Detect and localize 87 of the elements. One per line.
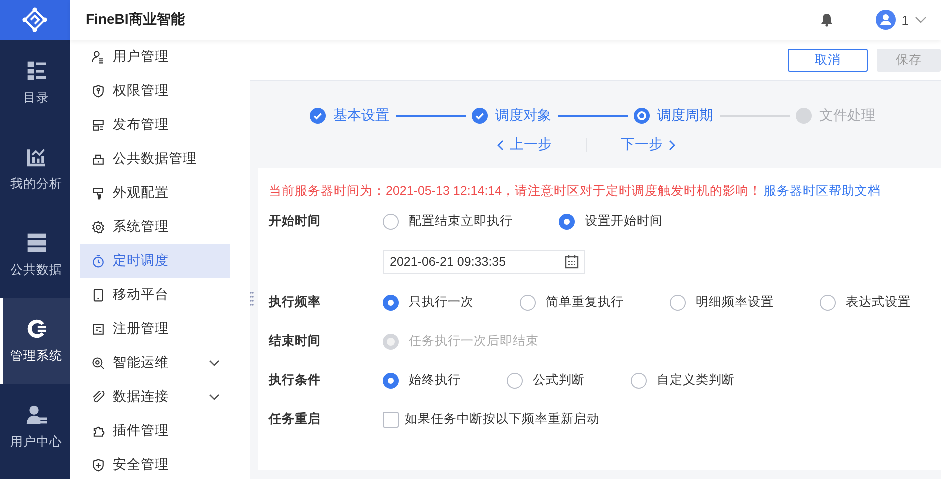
calendar-icon[interactable] xyxy=(565,255,579,269)
rail-icon xyxy=(26,60,48,82)
avatar-icon[interactable] xyxy=(876,10,896,30)
rail-icon xyxy=(26,232,48,254)
rail-item[interactable]: 公共数据 xyxy=(0,212,70,298)
sidebar-item[interactable]: 权限管理 xyxy=(80,74,230,108)
rail-item[interactable]: 我的分析 xyxy=(0,126,70,212)
radio-option[interactable]: 始终执行 xyxy=(383,372,461,389)
sidebar-item[interactable]: 数据连接 xyxy=(80,380,230,414)
date-field[interactable]: 2021-06-21 09:33:35 xyxy=(383,250,585,274)
radio-option[interactable]: 配置结束立即执行 xyxy=(383,213,513,230)
radio-option[interactable]: 表达式设置 xyxy=(820,294,911,311)
sidebar-item[interactable]: 插件管理 xyxy=(80,414,230,448)
menu-icon xyxy=(92,254,105,268)
previous-step-link[interactable]: 上一步 xyxy=(463,136,586,154)
checkbox-option[interactable]: 如果任务中断按以下频率重新启动 xyxy=(383,411,600,428)
step-item: 调度周期 xyxy=(634,107,714,125)
radio-option[interactable]: 只执行一次 xyxy=(383,294,474,311)
chevron-icon[interactable] xyxy=(209,394,220,400)
step-status-icon xyxy=(310,108,326,124)
rail-icon xyxy=(26,404,48,426)
menu-icon xyxy=(92,50,105,64)
rail-icon xyxy=(26,318,48,340)
step-item: 文件处理 xyxy=(796,107,876,125)
sidebar-item[interactable]: 移动平台 xyxy=(80,278,230,312)
radio-option[interactable]: 简单重复执行 xyxy=(520,294,624,311)
bell-icon[interactable] xyxy=(820,13,834,27)
resize-handle-icon[interactable] xyxy=(250,292,254,306)
radio-button[interactable] xyxy=(507,372,523,388)
menu-icon xyxy=(92,458,105,472)
radio-button[interactable] xyxy=(383,214,399,230)
rail-item[interactable]: 目录 xyxy=(0,40,70,126)
sidebar-item[interactable]: 智能运维 xyxy=(80,346,230,380)
chevron-right-icon xyxy=(669,140,676,150)
step-status-icon xyxy=(472,108,488,124)
sidebar-item[interactable]: 系统管理 xyxy=(80,210,230,244)
sidebar-item[interactable]: 发布管理 xyxy=(80,108,230,142)
field-label: 结束时间 xyxy=(269,333,322,350)
next-step-link[interactable]: 下一步 xyxy=(587,136,710,154)
brand-title: FineBI商业智能 xyxy=(86,11,186,29)
rail-item[interactable]: 管理系统 xyxy=(0,298,70,384)
field-label: 执行条件 xyxy=(269,372,322,389)
sidebar-item[interactable]: 用户管理 xyxy=(80,40,230,74)
sidebar-item[interactable]: 外观配置 xyxy=(80,176,230,210)
radio-button[interactable] xyxy=(559,214,575,230)
menu-icon xyxy=(92,288,105,302)
radio-button[interactable] xyxy=(631,372,647,388)
step-status-icon xyxy=(796,108,812,124)
menu-icon xyxy=(92,220,105,234)
field-label: 开始时间 xyxy=(269,213,322,230)
radio-button[interactable] xyxy=(520,294,536,310)
menu-icon xyxy=(92,118,105,132)
radio-option[interactable]: 公式判断 xyxy=(507,372,585,389)
radio-option[interactable]: 明细频率设置 xyxy=(670,294,774,311)
menu-icon xyxy=(92,84,105,98)
chevron-icon[interactable] xyxy=(209,360,220,366)
menu-icon xyxy=(92,322,105,336)
step-item: 基本设置 xyxy=(310,107,390,125)
step-item: 调度对象 xyxy=(472,107,552,125)
menu-icon xyxy=(92,356,105,370)
radio-button[interactable] xyxy=(670,294,686,310)
field-label: 执行频率 xyxy=(269,294,322,311)
logo-icon xyxy=(22,7,48,33)
radio-button[interactable] xyxy=(383,372,399,388)
radio-button[interactable] xyxy=(820,294,836,310)
sidebar-item[interactable]: 公共数据管理 xyxy=(80,142,230,176)
menu-icon xyxy=(92,390,105,404)
caret-icon[interactable] xyxy=(915,16,927,24)
radio-button[interactable] xyxy=(383,294,399,310)
radio-option[interactable]: 自定义类判断 xyxy=(631,372,735,389)
menu-icon xyxy=(92,152,105,166)
rail-item[interactable]: 用户中心 xyxy=(0,384,70,470)
sidebar-item[interactable]: 定时调度 xyxy=(80,244,230,278)
logo[interactable] xyxy=(0,0,70,40)
checkbox[interactable] xyxy=(383,412,399,428)
help-link[interactable]: 服务器时区帮助文档 xyxy=(764,182,882,200)
user-name[interactable]: 1 xyxy=(902,12,909,28)
menu-icon xyxy=(92,424,105,438)
step-status-icon xyxy=(634,108,650,124)
sidebar-item[interactable]: 安全管理 xyxy=(80,448,230,479)
field-label: 任务重启 xyxy=(269,411,322,428)
sidebar-item[interactable]: 注册管理 xyxy=(80,312,230,346)
menu-icon xyxy=(92,186,105,200)
radio-option[interactable]: 设置开始时间 xyxy=(559,213,663,230)
chevron-left-icon xyxy=(497,140,504,150)
warning-message: 当前服务器时间为：2021-05-13 12:14:14，请注意时区对于定时调度触发时机的影响！ xyxy=(269,182,762,200)
cancel-button[interactable]: 取消 xyxy=(788,48,868,72)
